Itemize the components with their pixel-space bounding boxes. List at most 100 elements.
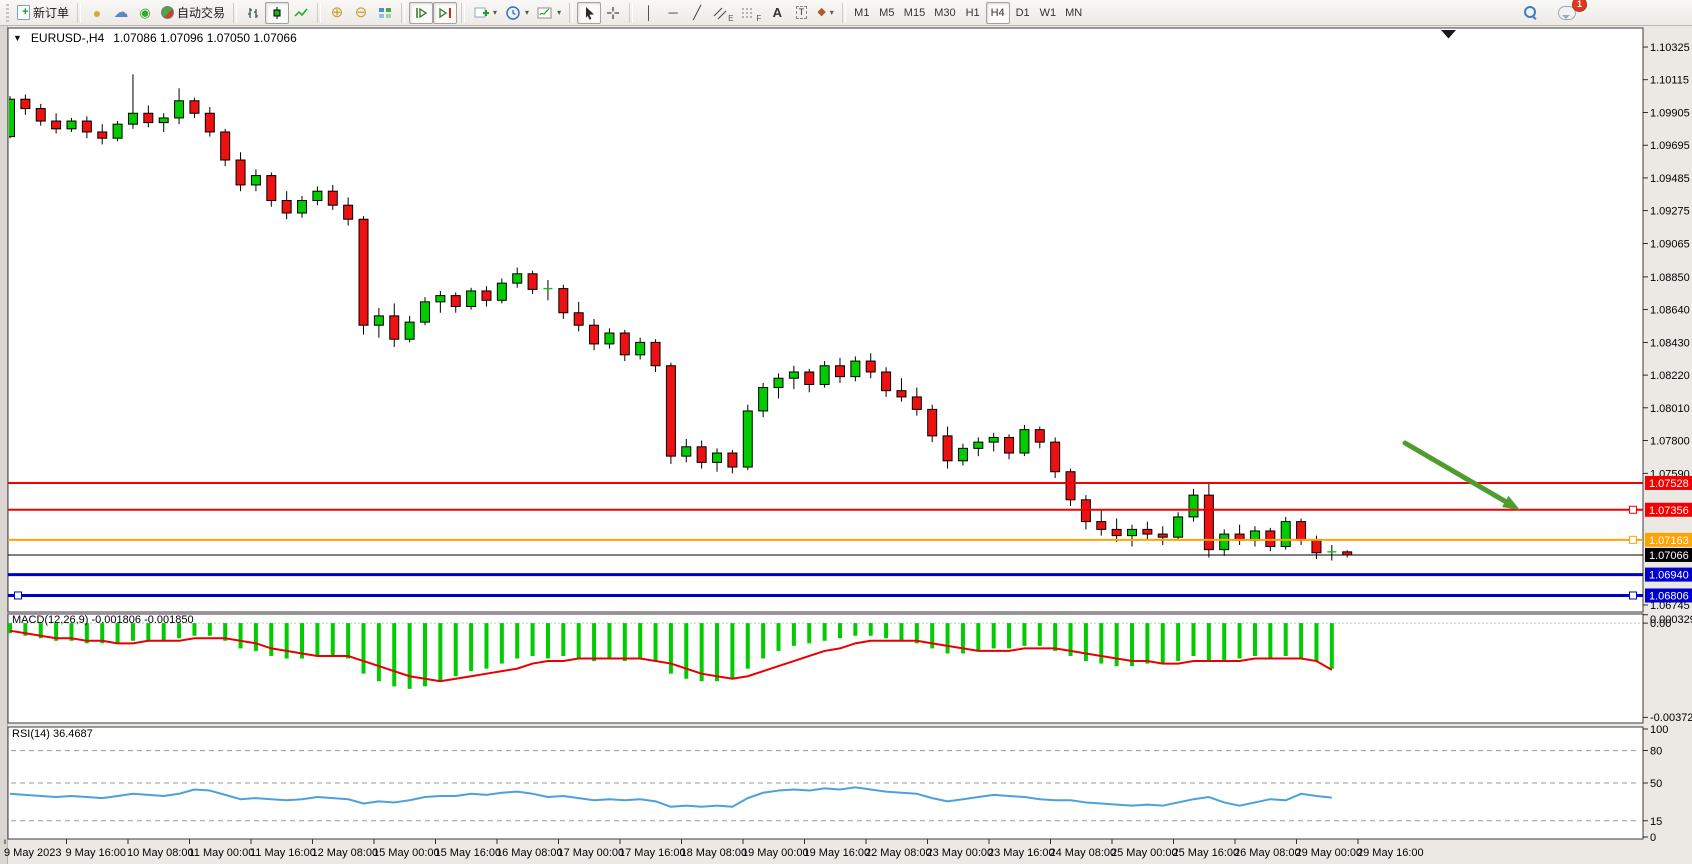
shapes-tool-button[interactable]: ◆ ▾ [813,2,837,24]
templates-button[interactable]: ▾ [533,2,565,24]
timeframe-label: M15 [904,7,925,19]
price-tick-label: 1.09485 [1650,173,1690,185]
separator [842,3,846,23]
crosshair-icon [605,5,621,21]
autotrading-globe-icon [161,6,174,19]
dropdown-arrow-icon: ▾ [525,8,529,17]
bull-candle-body [6,99,15,136]
bear-candle-body [866,361,875,372]
bull-candle-body [113,124,122,138]
time-tick-label: 9 May 2023 [4,847,61,859]
bull-candle-body [759,388,768,411]
time-tick-label: 24 May 08:00 [1050,847,1117,859]
bear-candle-body [559,289,568,313]
bear-candle-body [98,132,107,138]
text-tool-button[interactable]: A [765,2,789,24]
channel-tool-button[interactable]: E [709,2,737,24]
time-tick-label: 10 May 08:00 [127,847,194,859]
hline-handle[interactable] [1630,536,1637,543]
signals-button[interactable]: ◉ [133,2,157,24]
label-tool-icon: T [796,6,808,19]
bull-candle-body [605,333,614,344]
template-chart-icon [537,5,553,21]
trendline-tool-button[interactable]: ╱ [685,2,709,24]
price-tick-label: 1.10115 [1650,75,1689,87]
autoscroll-button[interactable] [409,2,433,24]
toolbar-right: 1 [1518,2,1580,24]
bull-candle-body [682,447,691,456]
bear-candle-body [52,121,61,129]
timeframe-h1-button[interactable]: H1 [961,2,985,24]
main-chart-panel[interactable] [8,28,1643,612]
profile-button[interactable]: ☁ [109,2,133,24]
crosshair-button[interactable] [601,2,625,24]
time-tick-label: 19 May 00:00 [742,847,809,859]
label-tool-button[interactable]: T [789,2,813,24]
line-chart-button[interactable] [289,2,313,24]
time-tick-label: 26 May 08:00 [1234,847,1301,859]
bear-candle-body [359,219,368,325]
mt4-window: + 新订单 ● ☁ ◉ 自动交易 ⊕ [0,0,1692,864]
tile-windows-icon [377,5,393,21]
search-button[interactable] [1518,2,1542,24]
timeframe-d1-button[interactable]: D1 [1011,2,1035,24]
market-button[interactable]: ● [85,2,109,24]
timeframe-mn-button[interactable]: MN [1061,2,1086,24]
price-tick-label: 1.08430 [1650,337,1690,349]
horizontal-line-tool-button[interactable]: ─ [661,2,685,24]
timeframe-h4-button[interactable]: H4 [986,2,1010,24]
trendline-icon: ╱ [693,6,701,19]
candlestick-chart-button[interactable] [265,2,289,24]
chart-ohlc-quote: 1.07086 1.07096 1.07050 1.07066 [113,31,297,45]
time-tick-label: 17 May 00:00 [558,847,625,859]
separator [77,3,81,23]
market-icon: ● [93,6,101,20]
price-chart-canvas[interactable]: 1.103251.101151.099051.096951.094851.092… [0,0,1692,864]
timeframe-m30-button[interactable]: M30 [930,2,959,24]
periods-button[interactable]: ▾ [501,2,533,24]
autotrading-button[interactable]: 自动交易 [157,2,229,24]
toolbar-grip [6,4,9,22]
bull-candle-body [1174,517,1183,537]
bull-candle-body [420,302,429,322]
timeframe-w1-button[interactable]: W1 [1036,2,1061,24]
bear-candle-body [21,99,30,108]
zoom-out-button[interactable]: ⊖ [349,2,373,24]
tile-windows-button[interactable] [373,2,397,24]
timeframe-label: MN [1065,7,1082,19]
bear-candle-body [482,291,491,300]
notifications-button[interactable]: 1 [1554,2,1580,24]
bear-candle-body [328,191,337,205]
chart-shift-icon [437,5,453,21]
bear-candle-body [1204,495,1213,550]
vertical-line-tool-button[interactable]: │ [637,2,661,24]
new-order-button[interactable]: + 新订单 [13,2,73,24]
bear-candle-body [728,453,737,467]
bear-candle-body [1051,442,1060,472]
bull-candle-body [1281,522,1290,547]
cursor-button[interactable] [577,2,601,24]
bear-candle-body [1297,522,1306,541]
bull-candle-body [497,283,506,300]
price-axis: 1.103251.101151.099051.096951.094851.092… [1643,42,1690,612]
time-axis[interactable]: 9 May 20239 May 16:0010 May 08:0011 May … [4,840,1424,860]
chart-shift-button[interactable] [433,2,457,24]
timeframe-m1-button[interactable]: M1 [850,2,874,24]
chart-menu-icon[interactable]: ▼ [13,33,22,43]
fibonacci-tool-button[interactable]: F [737,2,765,24]
bar-chart-button[interactable] [241,2,265,24]
bull-candle-body [405,322,414,339]
hline-handle[interactable] [1630,506,1637,513]
hline-handle[interactable] [1630,592,1637,599]
timeframe-m5-button[interactable]: M5 [875,2,899,24]
hline-handle[interactable] [15,592,22,599]
bear-candle-body [882,372,891,391]
new-chart-button[interactable]: ▾ [469,2,501,24]
bear-candle-body [1158,534,1167,537]
zoom-in-button[interactable]: ⊕ [325,2,349,24]
price-badge-label: 1.07356 [1649,505,1689,517]
timeframe-label: H1 [966,7,980,19]
timeframe-m15-button[interactable]: M15 [900,2,929,24]
candlestick-chart-icon [269,5,285,21]
line-chart-icon [293,5,309,21]
